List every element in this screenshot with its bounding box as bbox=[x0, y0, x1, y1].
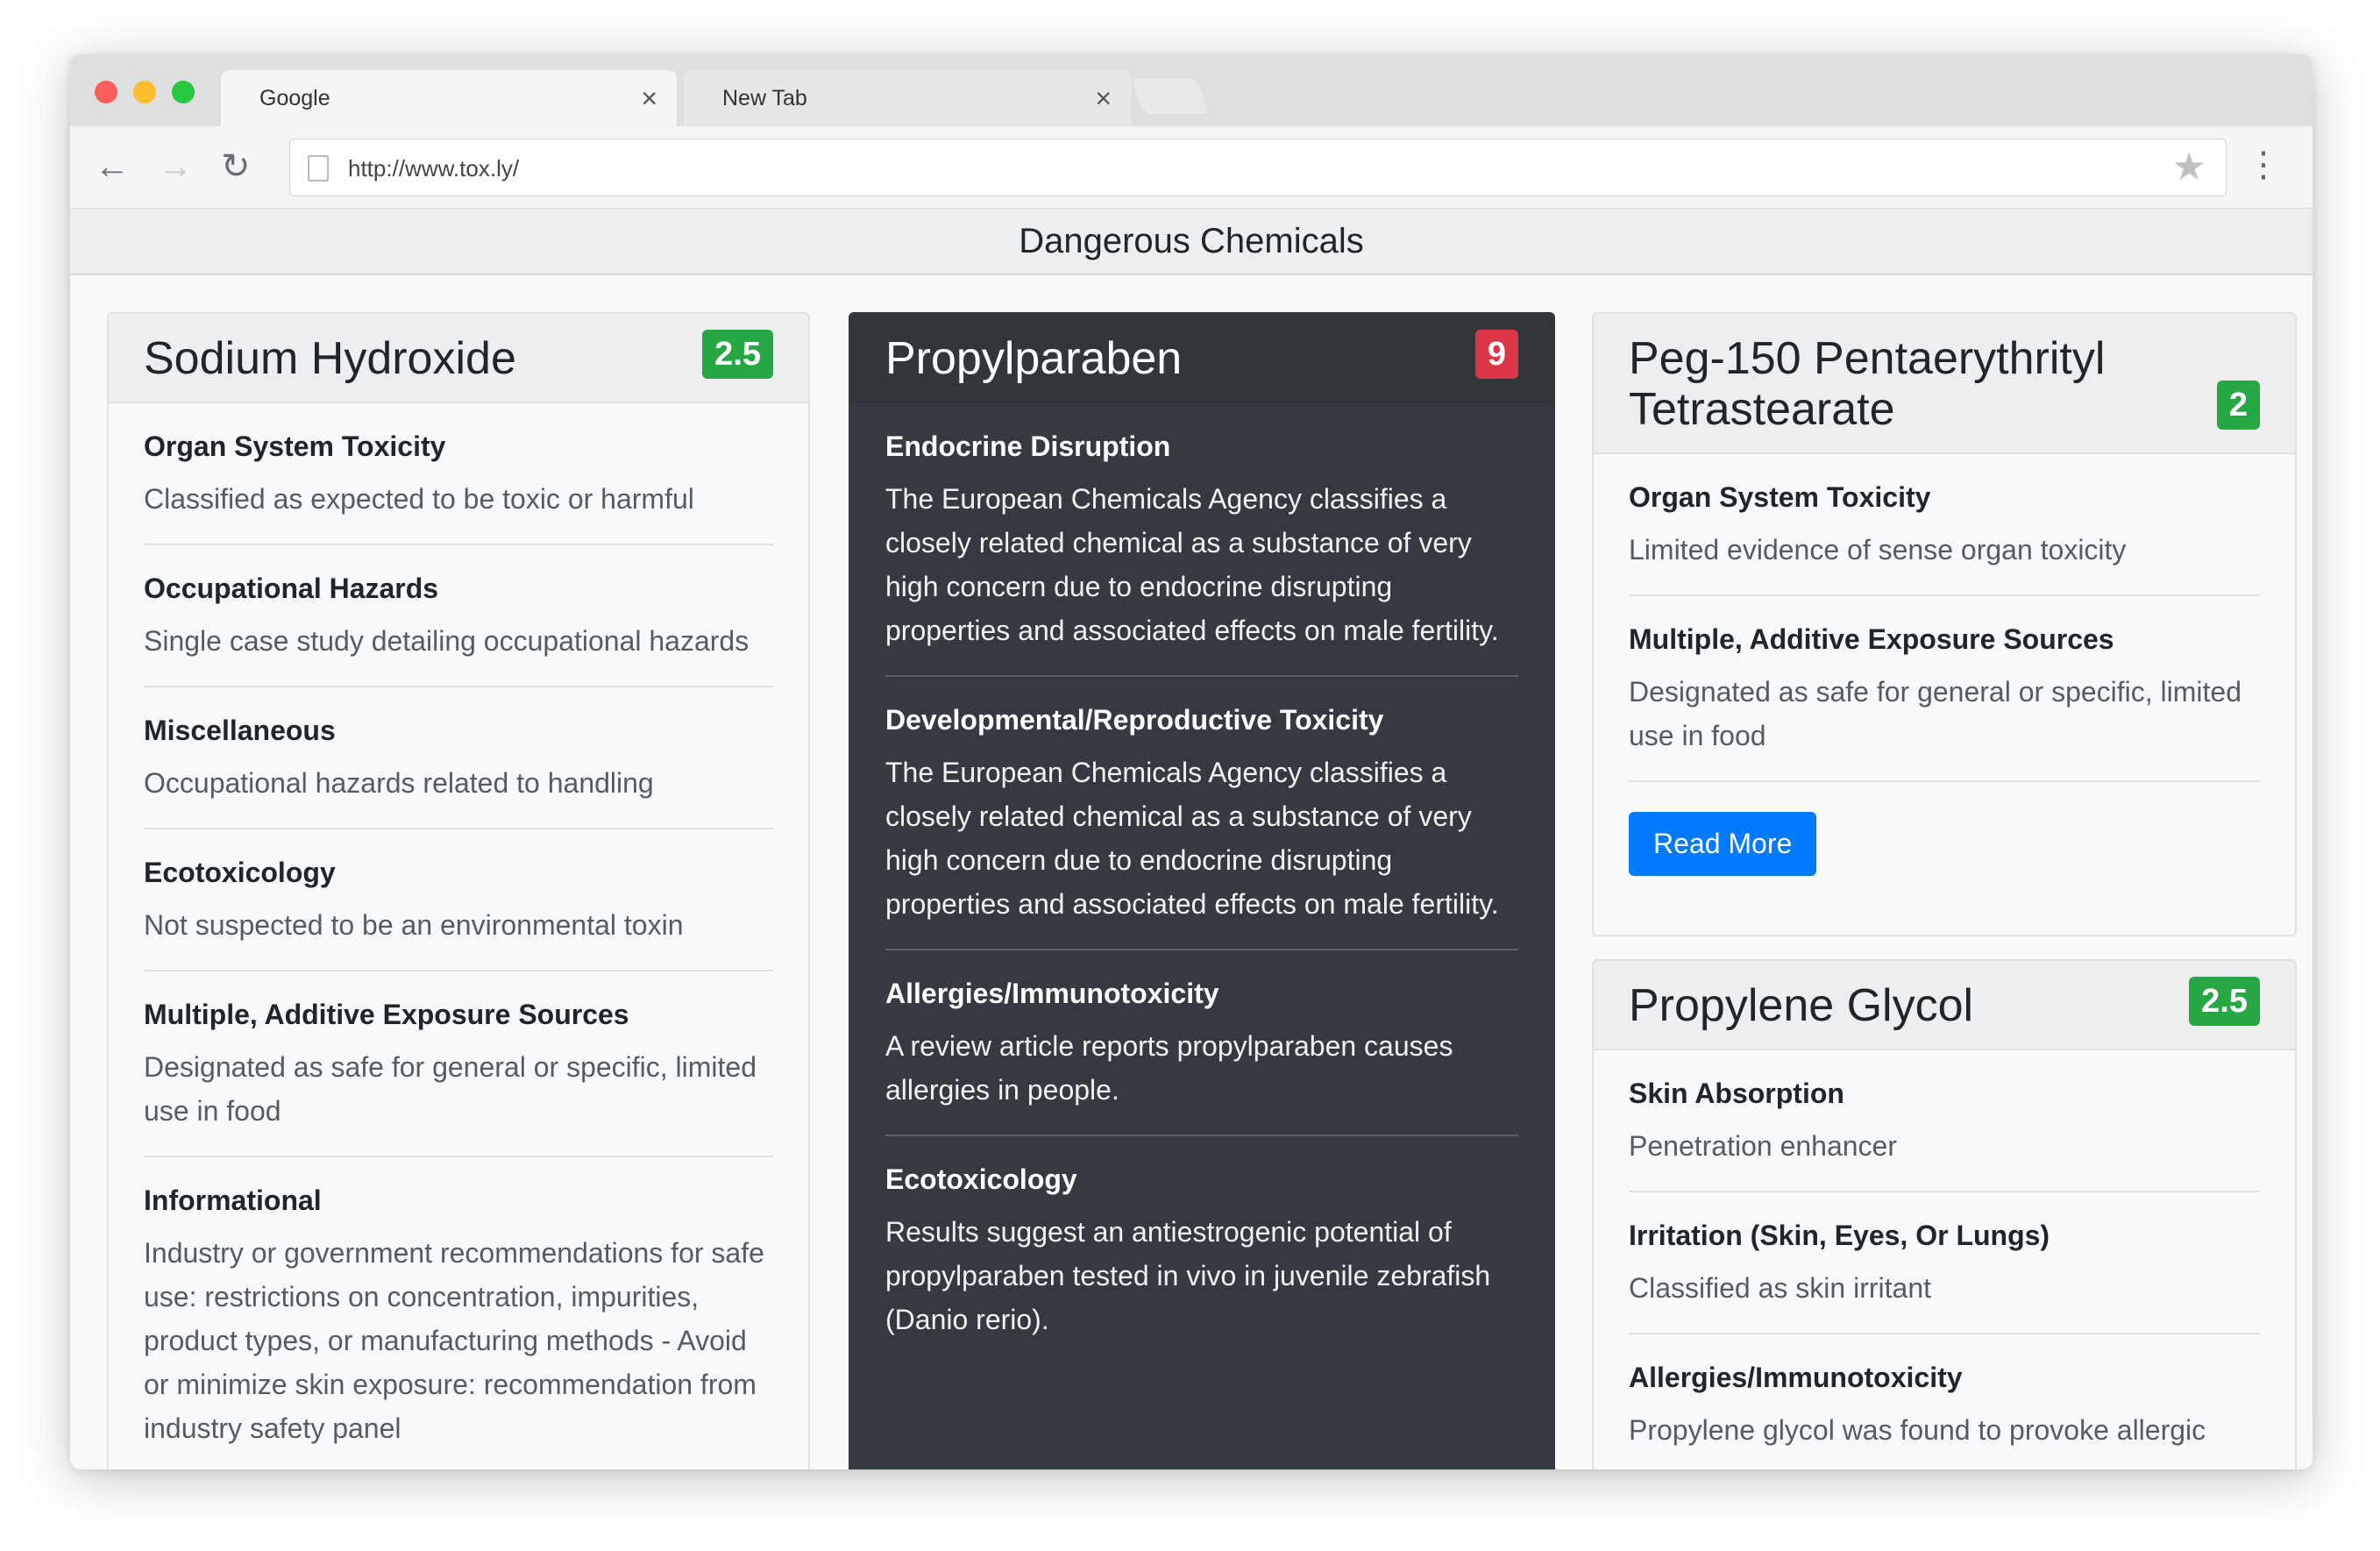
hazard-title: Developmental/Reproductive Toxicity bbox=[885, 704, 1384, 736]
kebab-menu-icon[interactable]: ⋮ bbox=[2246, 146, 2281, 184]
url-text[interactable]: http://www.tox.ly/ bbox=[348, 155, 519, 182]
score-badge: 9 bbox=[1474, 330, 1518, 379]
address-bar[interactable]: http://www.tox.ly/ ★ bbox=[289, 139, 2227, 196]
hazard-description: Limited evidence of sense organ toxicity bbox=[1629, 534, 2127, 566]
maximize-window-button[interactable] bbox=[172, 81, 195, 103]
list-item: Multiple, Additive Exposure Sources Desi… bbox=[144, 971, 773, 1157]
list-item: Allergies/Immunotoxicity A review articl… bbox=[885, 950, 1518, 1136]
hazard-description: Propylene glycol was found to provoke al… bbox=[1629, 1414, 2206, 1446]
list-item: Occupational Hazards Single case study d… bbox=[144, 545, 773, 687]
read-more-button[interactable]: Read More bbox=[1629, 812, 1817, 876]
card-body: Organ System Toxicity Limited evidence o… bbox=[1594, 454, 2295, 913]
chemical-card-peg-150: Peg-150 Pentaerythrityl Tetrastearate 2 … bbox=[1592, 312, 2297, 936]
hazard-title: Ecotoxicology bbox=[885, 1163, 1077, 1195]
card-body: Skin Absorption Penetration enhancer Irr… bbox=[1594, 1050, 2295, 1469]
close-icon[interactable]: × bbox=[641, 82, 657, 115]
score-badge: 2.5 bbox=[2189, 977, 2260, 1026]
page-title: Dangerous Chemicals bbox=[1019, 221, 1364, 260]
chemical-card-sodium-hydroxide: Sodium Hydroxide 2.5 Organ System Toxici… bbox=[107, 312, 810, 1469]
chemical-name: Propylene Glycol bbox=[1629, 980, 1974, 1031]
bookmark-star-icon[interactable]: ★ bbox=[2172, 145, 2206, 189]
list-item: Organ System Toxicity Limited evidence o… bbox=[1629, 454, 2260, 596]
hazard-title: Skin Absorption bbox=[1629, 1078, 1844, 1109]
score-badge: 2.5 bbox=[702, 330, 773, 379]
chemical-name: Peg-150 Pentaerythrityl Tetrastearate bbox=[1629, 333, 2106, 435]
hazard-title: Multiple, Additive Exposure Sources bbox=[144, 999, 629, 1030]
hazard-title: Ecotoxicology bbox=[144, 857, 336, 888]
hazard-description: Not suspected to be an environmental tox… bbox=[144, 909, 684, 941]
tab-google[interactable]: Google × bbox=[221, 70, 677, 126]
tab-label: New Tab bbox=[722, 85, 807, 110]
card-body: Organ System Toxicity Classified as expe… bbox=[109, 403, 808, 1469]
card-header: Propylene Glycol 2.5 bbox=[1594, 961, 2295, 1050]
card-body: Endocrine Disruption The European Chemic… bbox=[850, 403, 1553, 1364]
list-item: Irritation (Skin, Eyes, Or Lungs) Classi… bbox=[1629, 1192, 2260, 1334]
list-item: Endocrine Disruption The European Chemic… bbox=[885, 403, 1518, 677]
page-header: Dangerous Chemicals bbox=[70, 209, 2313, 275]
list-item: Organ System Toxicity Classified as expe… bbox=[144, 403, 773, 545]
list-item: Ecotoxicology Results suggest an antiest… bbox=[885, 1136, 1518, 1364]
minimize-window-button[interactable] bbox=[133, 81, 156, 103]
hazard-description: The European Chemicals Agency classifies… bbox=[885, 483, 1499, 646]
hazard-title: Miscellaneous bbox=[144, 715, 336, 746]
list-item: Multiple, Additive Exposure Sources Desi… bbox=[1629, 596, 2260, 782]
browser-toolbar: ← → ↻ http://www.tox.ly/ ★ ⋮ bbox=[70, 126, 2313, 209]
new-tab-button[interactable] bbox=[1131, 79, 1210, 114]
hazard-title: Multiple, Additive Exposure Sources bbox=[1629, 623, 2114, 655]
hazard-title: Organ System Toxicity bbox=[144, 430, 446, 462]
list-item: Skin Absorption Penetration enhancer bbox=[1629, 1050, 2260, 1192]
hazard-description: A review article reports propylparaben c… bbox=[885, 1030, 1453, 1106]
chemical-card-propylparaben: Propylparaben 9 Endocrine Disruption The… bbox=[849, 312, 1555, 1469]
list-item: Developmental/Reproductive Toxicity The … bbox=[885, 677, 1518, 950]
close-icon[interactable]: × bbox=[1095, 82, 1112, 115]
card-header: Propylparaben 9 bbox=[850, 314, 1553, 403]
reload-icon[interactable]: ↻ bbox=[221, 147, 251, 186]
card-header: Peg-150 Pentaerythrityl Tetrastearate 2 bbox=[1594, 314, 2295, 454]
hazard-title: Allergies/Immunotoxicity bbox=[1629, 1362, 1963, 1393]
hazard-description: Penetration enhancer bbox=[1629, 1130, 1897, 1162]
hazard-title: Organ System Toxicity bbox=[1629, 481, 1931, 513]
forward-arrow-icon[interactable]: → bbox=[158, 147, 193, 186]
hazard-description: Single case study detailing occupational… bbox=[144, 625, 750, 657]
browser-window: Google × New Tab × ← → ↻ http://www.tox.… bbox=[70, 54, 2313, 1469]
chemical-name: Sodium Hydroxide bbox=[144, 333, 516, 384]
hazard-title: Allergies/Immunotoxicity bbox=[885, 978, 1219, 1009]
page-icon bbox=[308, 155, 329, 181]
hazard-description: The European Chemicals Agency classifies… bbox=[885, 757, 1499, 920]
list-item: Miscellaneous Occupational hazards relat… bbox=[144, 687, 773, 829]
list-item: Ecotoxicology Not suspected to be an env… bbox=[144, 829, 773, 971]
tab-strip: Google × New Tab × bbox=[70, 54, 2313, 126]
chemical-name: Propylparaben bbox=[885, 333, 1183, 384]
tab-label: Google bbox=[259, 85, 330, 110]
hazard-title: Irritation (Skin, Eyes, Or Lungs) bbox=[1629, 1220, 2050, 1251]
hazard-title: Endocrine Disruption bbox=[885, 430, 1171, 462]
hazard-description: Designated as safe for general or specif… bbox=[1629, 676, 2242, 751]
hazard-description: Occupational hazards related to handling bbox=[144, 767, 654, 799]
hazard-title: Occupational Hazards bbox=[144, 573, 439, 604]
hazard-description: Classified as skin irritant bbox=[1629, 1272, 1931, 1304]
card-header: Sodium Hydroxide 2.5 bbox=[109, 314, 808, 403]
list-item: Allergies/Immunotoxicity Propylene glyco… bbox=[1629, 1334, 2260, 1469]
chemical-card-propylene-glycol: Propylene Glycol 2.5 Skin Absorption Pen… bbox=[1592, 959, 2297, 1469]
hazard-description: Industry or government recommendations f… bbox=[144, 1237, 764, 1444]
hazard-description: Results suggest an antiestrogenic potent… bbox=[885, 1216, 1491, 1335]
score-badge: 2 bbox=[2216, 381, 2260, 430]
close-window-button[interactable] bbox=[95, 81, 117, 103]
back-arrow-icon[interactable]: ← bbox=[95, 147, 130, 186]
hazard-title: Informational bbox=[144, 1185, 322, 1216]
hazard-description: Designated as safe for general or specif… bbox=[144, 1051, 757, 1127]
list-item: Informational Industry or government rec… bbox=[144, 1157, 773, 1469]
tab-new-tab[interactable]: New Tab × bbox=[684, 70, 1131, 126]
hazard-description: Classified as expected to be toxic or ha… bbox=[144, 483, 694, 515]
